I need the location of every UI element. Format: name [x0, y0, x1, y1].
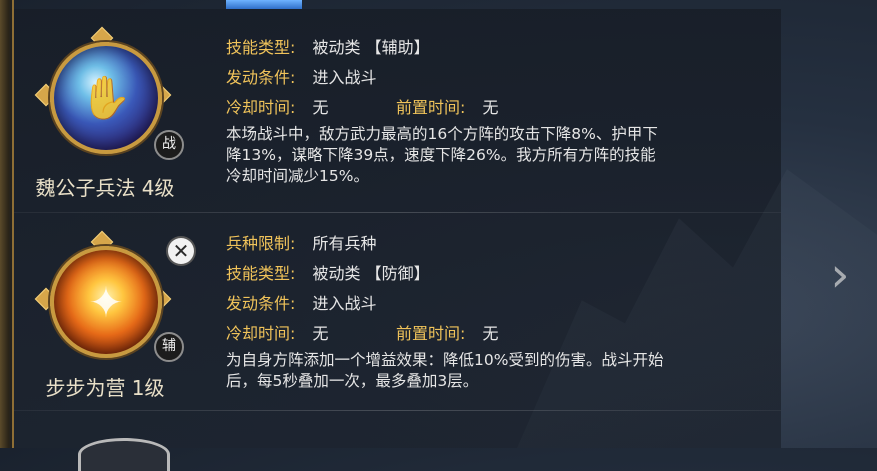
- next-skill-icon-partial[interactable]: [78, 438, 170, 471]
- row-value: 所有兵种: [312, 234, 377, 253]
- prep-time-value: 无: [482, 324, 499, 343]
- row-label: 技能类型:: [226, 38, 296, 57]
- description-line: 为自身方阵添加一个增益效果：降低10%受到的伤害。战斗开始: [226, 351, 664, 369]
- skill-entry[interactable]: ✋ 战 魏公子兵法 4级 技能类型: 被动类 【辅助】 发动条件: 进入战斗 冷…: [14, 0, 781, 212]
- skill-icon-frame[interactable]: ✋ 战: [34, 26, 184, 162]
- cooldown-label: 冷却时间:: [226, 324, 296, 343]
- golden-shield-orb-icon: ✦: [50, 246, 162, 358]
- description-line: 降13%，谋略下降39点，速度下降26%。我方所有方阵的技能: [226, 146, 656, 164]
- row-value: 被动类 【辅助】: [312, 38, 430, 57]
- row-value: 进入战斗: [312, 294, 377, 313]
- cooldown-row: 冷却时间: 无: [226, 320, 329, 344]
- skill-entry[interactable]: ✕ ✦ 辅 步步为营 1级 兵种限制: 所有兵种 技能类型: 被动类 【防御】 …: [14, 212, 781, 410]
- row-label: 兵种限制:: [226, 234, 296, 253]
- prep-time-label: 前置时间:: [396, 98, 466, 117]
- skill-name: 步步为营 1级: [45, 376, 165, 400]
- sparkle-shield-icon: ✦: [88, 277, 124, 327]
- skill-description: 本场战斗中，敌方武力最高的16个方阵的攻击下降8%、护甲下 降13%，谋略下降3…: [226, 124, 736, 187]
- trigger-condition-row: 发动条件: 进入战斗: [226, 290, 377, 314]
- prep-time-value: 无: [482, 98, 499, 117]
- cooldown-value: 无: [312, 324, 329, 343]
- blue-spell-orb-icon: ✋: [50, 42, 162, 154]
- cooldown-value: 无: [312, 98, 329, 117]
- swirl-hand-icon: ✋: [79, 73, 133, 122]
- next-page-arrow-icon[interactable]: ›: [820, 250, 860, 300]
- description-line: 本场战斗中，敌方武力最高的16个方阵的攻击下降8%、护甲下: [226, 125, 658, 143]
- row-value: 进入战斗: [312, 68, 377, 87]
- left-frame-edge: [0, 0, 14, 448]
- trigger-condition-row: 发动条件: 进入战斗: [226, 64, 377, 88]
- skill-type-badge: 辅: [154, 332, 184, 362]
- skill-type-badge: 战: [154, 130, 184, 160]
- row-label: 发动条件:: [226, 294, 296, 313]
- prep-time-row: 前置时间: 无: [396, 320, 499, 344]
- prep-time-row: 前置时间: 无: [396, 94, 499, 118]
- skill-type-row: 技能类型: 被动类 【辅助】: [226, 34, 430, 58]
- prep-time-label: 前置时间:: [396, 324, 466, 343]
- description-line: 冷却时间减少15%。: [226, 167, 369, 185]
- skill-icon-frame[interactable]: ✦ 辅: [34, 230, 184, 366]
- skill-type-row: 技能类型: 被动类 【防御】: [226, 260, 430, 284]
- skill-divider: [14, 410, 781, 411]
- skill-description: 为自身方阵添加一个增益效果：降低10%受到的伤害。战斗开始 后，每5秒叠加一次，…: [226, 350, 736, 392]
- remove-skill-button[interactable]: ✕: [168, 238, 194, 264]
- cooldown-label: 冷却时间:: [226, 98, 296, 117]
- troop-restriction-row: 兵种限制: 所有兵种: [226, 230, 377, 254]
- cooldown-row: 冷却时间: 无: [226, 94, 329, 118]
- description-line: 后，每5秒叠加一次，最多叠加3层。: [226, 372, 479, 390]
- skill-name: 魏公子兵法 4级: [35, 176, 175, 200]
- row-value: 被动类 【防御】: [312, 264, 430, 283]
- row-label: 技能类型:: [226, 264, 296, 283]
- row-label: 发动条件:: [226, 68, 296, 87]
